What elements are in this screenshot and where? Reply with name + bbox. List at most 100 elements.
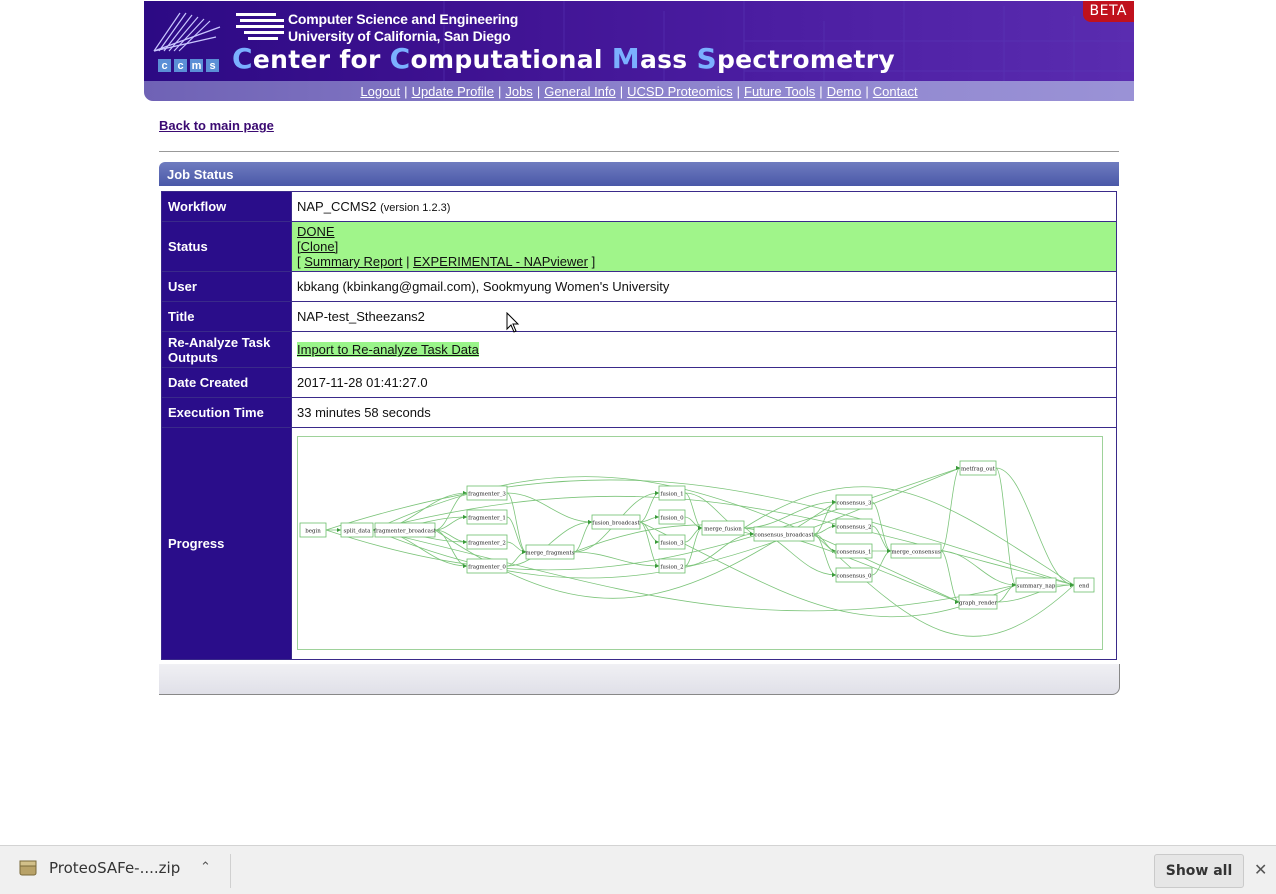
svg-text:consensus_0: consensus_0 xyxy=(837,574,872,580)
svg-text:fusion_3: fusion_3 xyxy=(660,541,684,547)
archive-file-icon xyxy=(19,860,37,876)
workflow-value: NAP_CCMS2 (version 1.2.3) xyxy=(291,191,1117,222)
graph-node-consensus-0[interactable]: consensus_0 xyxy=(835,567,873,583)
table-row: Date Created 2017-11-28 01:41:27.0 xyxy=(161,367,1117,398)
job-status-table: Workflow NAP_CCMS2 (version 1.2.3) Statu… xyxy=(161,191,1117,660)
nav-logout[interactable]: Logout xyxy=(360,84,400,99)
graph-node-fragmenter-3[interactable]: fragmenter_3 xyxy=(466,485,508,501)
divider xyxy=(159,151,1119,152)
nav-ucsd-proteomics[interactable]: UCSD Proteomics xyxy=(627,84,732,99)
reanalyze-label: Re-Analyze Task Outputs xyxy=(161,331,292,368)
nav-separator: | xyxy=(497,83,502,99)
graph-node-summary-nap[interactable]: summary_nap xyxy=(1015,577,1057,593)
table-row: Status DONE [Clone] [ Summary Report | E… xyxy=(161,221,1117,272)
svg-text:fusion_2: fusion_2 xyxy=(660,565,683,571)
top-nav: Logout | Update Profile | Jobs | General In… xyxy=(144,81,1134,101)
title-cap: M xyxy=(611,42,640,75)
logo-letter: s xyxy=(206,59,219,72)
graph-node-graph-render[interactable]: graph_render xyxy=(958,594,997,610)
progress-label: Progress xyxy=(161,427,292,660)
graph-arrowhead xyxy=(655,491,659,495)
svg-text:consensus_2: consensus_2 xyxy=(837,525,872,531)
graph-node-merge-fusion[interactable]: merge_fusion xyxy=(701,520,745,536)
chevron-up-icon[interactable]: ⌃ xyxy=(200,860,211,875)
graph-edge xyxy=(940,550,960,603)
close-icon[interactable]: ✕ xyxy=(1254,860,1267,879)
nav-separator: | xyxy=(736,83,740,99)
bracket: ] xyxy=(591,254,596,269)
nav-contact[interactable]: Contact xyxy=(873,84,918,99)
nav-future-tools[interactable]: Future Tools xyxy=(744,84,815,99)
beta-badge: BETA xyxy=(1082,1,1134,22)
workflow-graph[interactable]: begin split_data fragmenter_broadcast fragm… xyxy=(297,436,1103,650)
logo-letter: m xyxy=(190,59,203,72)
bracket: [ xyxy=(297,254,301,269)
nav-jobs[interactable]: Jobs xyxy=(505,84,532,99)
svg-text:merge_fusion: merge_fusion xyxy=(704,527,742,533)
graph-arrowhead xyxy=(463,515,467,519)
graph-node-fragmenter-broadcast[interactable]: fragmenter_broadcast xyxy=(374,522,437,538)
graph-edge xyxy=(813,501,837,535)
nav-update-profile[interactable]: Update Profile xyxy=(412,84,494,99)
department-name: Computer Science and Engineering Univers… xyxy=(288,11,518,45)
svg-text:graph_render: graph_render xyxy=(959,601,997,607)
graph-node-fragmenter-0[interactable]: fragmenter_0 xyxy=(466,558,508,574)
reanalyze-value: Import to Re-analyze Task Data xyxy=(291,331,1117,368)
title-value: NAP-test_Stheezans2 xyxy=(291,301,1117,332)
graph-node-split-data[interactable]: split_data xyxy=(340,522,374,538)
graph-node-consensus-broadcast[interactable]: consensus_broadcast xyxy=(753,526,815,542)
ucsd-logo-icon xyxy=(236,13,284,40)
graph-node-consensus-2[interactable]: consensus_2 xyxy=(835,518,873,534)
graph-arrowhead xyxy=(337,528,341,532)
graph-node-metfrag-out[interactable]: metfrag_out xyxy=(959,460,997,476)
graph-node-fragmenter-1[interactable]: fragmenter_1 xyxy=(466,509,508,525)
svg-text:metfrag_out: metfrag_out xyxy=(961,467,996,473)
graph-node-fusion-3[interactable]: fusion_3 xyxy=(658,534,686,550)
graph-edge xyxy=(434,492,468,531)
ccms-letter-tiles: c c m s xyxy=(158,59,219,72)
title-label: Title xyxy=(161,301,292,332)
graph-node-fusion-2[interactable]: fusion_2 xyxy=(658,558,686,574)
clone-link[interactable]: [Clone] xyxy=(297,239,338,254)
title-part: pectrometry xyxy=(716,45,895,74)
nav-demo[interactable]: Demo xyxy=(827,84,862,99)
download-item[interactable]: ProteoSAFe-....zip xyxy=(18,859,180,877)
table-row: Workflow NAP_CCMS2 (version 1.2.3) xyxy=(161,191,1117,222)
svg-text:split_data: split_data xyxy=(343,529,371,535)
show-all-button[interactable]: Show all xyxy=(1154,854,1244,888)
napviewer-link[interactable]: EXPERIMENTAL - NAPviewer xyxy=(413,254,588,269)
graph-edge xyxy=(506,551,527,567)
user-label: User xyxy=(161,271,292,302)
graph-node-consensus-1[interactable]: consensus_1 xyxy=(835,543,873,559)
svg-text:summary_nap: summary_nap xyxy=(1017,584,1056,590)
table-row: Progress begin split_data fragmenter_broad… xyxy=(161,427,1117,660)
execution-time-value: 33 minutes 58 seconds xyxy=(291,397,1117,428)
graph-arrowhead xyxy=(655,540,659,544)
graph-node-consensus-3[interactable]: consensus_3 xyxy=(835,494,873,510)
graph-node-fusion-broadcast[interactable]: fusion_broadcast xyxy=(591,514,640,530)
table-row: User kbkang (kbinkang@gmail.com), Sookmy… xyxy=(161,271,1117,302)
svg-text:merge_fragments: merge_fragments xyxy=(525,551,574,557)
graph-node-fusion-0[interactable]: fusion_0 xyxy=(658,509,686,525)
graph-edge xyxy=(940,550,1017,586)
nav-separator: | xyxy=(619,83,624,99)
graph-node-end[interactable]: end xyxy=(1073,577,1095,593)
download-file-name: ProteoSAFe-....zip xyxy=(49,859,181,877)
import-reanalyze-link[interactable]: Import to Re-analyze Task Data xyxy=(297,342,479,357)
graph-node-fragmenter-2[interactable]: fragmenter_2 xyxy=(466,534,508,550)
graph-node-merge-fragments[interactable]: merge_fragments xyxy=(525,544,575,560)
summary-report-link[interactable]: Summary Report xyxy=(304,254,402,269)
execution-time-label: Execution Time xyxy=(161,397,292,428)
job-status-header: Job Status xyxy=(159,162,1119,186)
graph-arrowhead xyxy=(832,573,836,577)
status-done-link[interactable]: DONE xyxy=(297,224,335,239)
graph-arrowhead xyxy=(832,524,836,528)
svg-text:consensus_broadcast: consensus_broadcast xyxy=(754,533,814,539)
nav-general-info[interactable]: General Info xyxy=(544,84,616,99)
svg-text:fragmenter_2: fragmenter_2 xyxy=(468,541,506,547)
back-to-main-link[interactable]: Back to main page xyxy=(159,118,274,133)
graph-node-begin[interactable]: begin xyxy=(299,522,327,538)
svg-text:fusion_1: fusion_1 xyxy=(660,492,683,498)
graph-node-merge-consensus[interactable]: merge_consensus xyxy=(890,543,942,559)
graph-node-fusion-1[interactable]: fusion_1 xyxy=(658,485,686,501)
